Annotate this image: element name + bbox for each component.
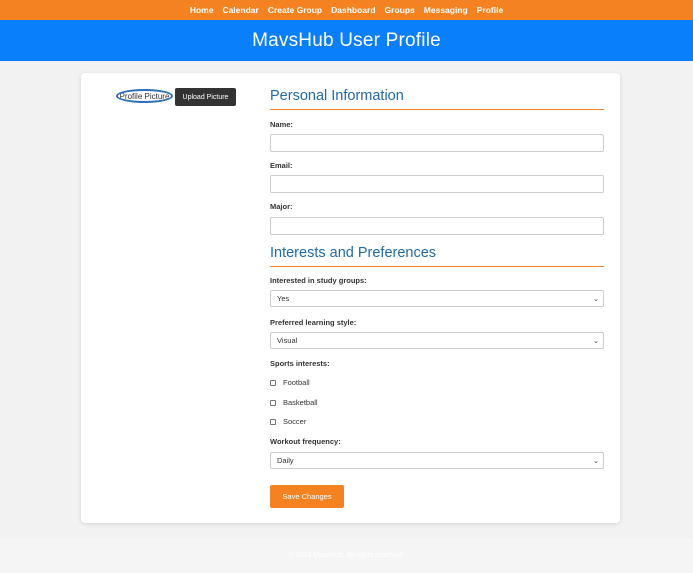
nav-groups-link[interactable]: Groups [385,5,415,15]
study-groups-select[interactable]: Yes ⌄ [270,290,604,307]
soccer-checkbox[interactable] [270,418,276,425]
nav-messaging-link[interactable]: Messaging [424,5,468,15]
sport-option-football[interactable]: Football [270,378,310,387]
personal-info-divider [270,109,604,110]
study-groups-label: Interested in study groups: [270,276,367,285]
workout-frequency-label: Workout frequency: [270,437,341,446]
major-field[interactable] [270,217,604,235]
nav-calendar-link[interactable]: Calendar [222,5,258,15]
learning-style-label: Preferred learning style: [270,318,357,327]
page-footer: © 2024 MavsHub. All rights reserved. [0,538,693,573]
interests-divider [270,266,604,267]
email-label: Email: [270,161,293,170]
soccer-label: Soccer [283,417,307,426]
footer-copyright: © 2024 MavsHub. All rights reserved. [288,552,405,559]
chevron-down-icon: ⌄ [593,337,599,345]
name-field[interactable] [270,134,604,152]
interests-heading: Interests and Preferences [270,245,437,261]
learning-style-select[interactable]: Visual ⌄ [270,332,604,349]
personal-info-heading: Personal Information [270,88,404,104]
upload-picture-button[interactable]: Upload Picture [175,88,236,106]
basketball-label: Basketball [283,398,318,407]
sport-option-basketball[interactable]: Basketball [270,398,318,407]
profile-card: Profile Picture Upload Picture Personal … [81,73,620,523]
email-field[interactable] [270,175,604,193]
study-groups-value: Yes [277,294,290,303]
nav-dashboard-link[interactable]: Dashboard [331,5,375,15]
workout-frequency-select[interactable]: Daily ⌄ [270,452,604,469]
sports-interests-label: Sports interests: [270,359,330,368]
page-header: MavsHub User Profile [0,20,693,61]
save-changes-button[interactable]: Save Changes [270,485,344,508]
name-label: Name: [270,120,293,129]
learning-style-value: Visual [277,336,298,345]
top-navigation: Home Calendar Create Group Dashboard Gro… [0,0,693,20]
workout-frequency-value: Daily [277,456,294,465]
nav-home-link[interactable]: Home [190,5,214,15]
chevron-down-icon: ⌄ [593,457,599,465]
chevron-down-icon: ⌄ [593,295,599,303]
major-label: Major: [270,202,293,211]
profile-picture: Profile Picture [116,89,173,103]
sport-option-soccer[interactable]: Soccer [270,417,306,426]
basketball-checkbox[interactable] [270,399,276,406]
page-title: MavsHub User Profile [252,29,441,51]
football-label: Football [283,378,310,387]
nav-profile-link[interactable]: Profile [477,5,503,15]
football-checkbox[interactable] [270,379,276,386]
nav-create-group-link[interactable]: Create Group [268,5,322,15]
